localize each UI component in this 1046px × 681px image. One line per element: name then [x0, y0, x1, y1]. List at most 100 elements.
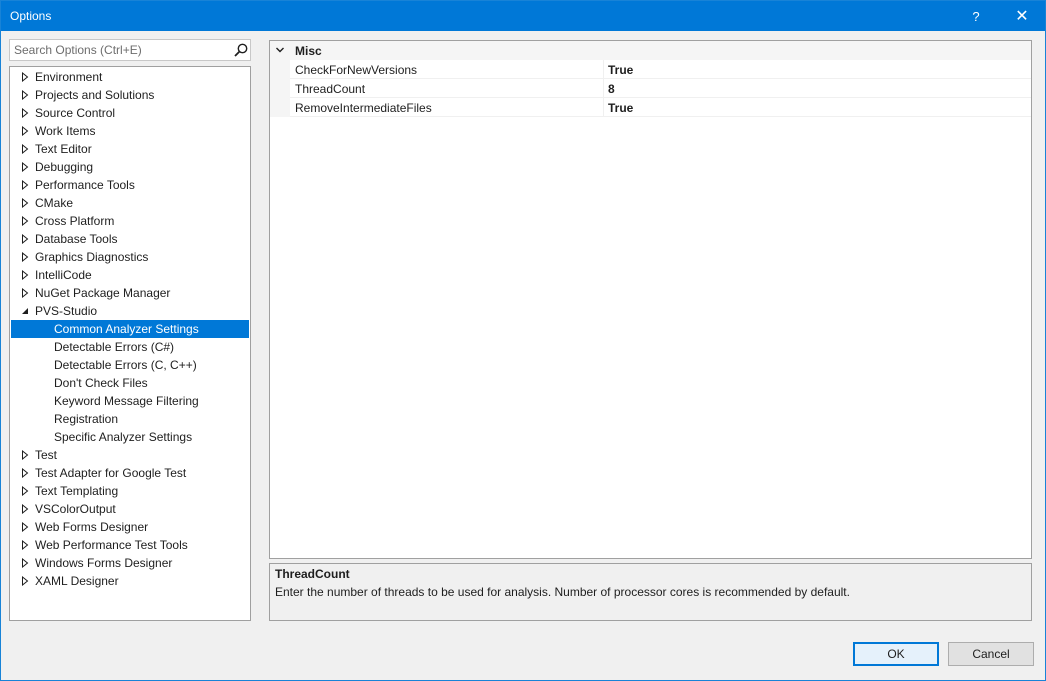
category-label: Misc: [295, 44, 322, 58]
column-divider[interactable]: [603, 98, 604, 117]
search-options-box[interactable]: [9, 39, 251, 61]
tree-item[interactable]: Web Performance Test Tools: [11, 536, 249, 554]
row-gutter: [270, 79, 290, 98]
tree-item-label: Environment: [35, 70, 103, 84]
expand-arrow-icon[interactable]: [19, 86, 31, 104]
tree-item-label: Windows Forms Designer: [35, 556, 173, 570]
ok-button[interactable]: OK: [853, 642, 939, 666]
row-gutter: [270, 98, 290, 117]
tree-item[interactable]: VSColorOutput: [11, 500, 249, 518]
property-name: ThreadCount: [295, 82, 366, 96]
tree-item-label: Graphics Diagnostics: [35, 250, 149, 264]
tree-item-label: IntelliCode: [35, 268, 92, 282]
tree-item[interactable]: Text Templating: [11, 482, 249, 500]
tree-item[interactable]: Graphics Diagnostics: [11, 248, 249, 266]
tree-item-label: Specific Analyzer Settings: [54, 430, 193, 444]
expand-arrow-icon[interactable]: [19, 500, 31, 518]
tree-item[interactable]: PVS-Studio: [11, 302, 249, 320]
tree-item[interactable]: Test: [11, 446, 249, 464]
tree-item[interactable]: Keyword Message Filtering: [11, 392, 249, 410]
expand-arrow-icon[interactable]: [19, 266, 31, 284]
chevron-down-icon[interactable]: [274, 44, 286, 56]
property-name: CheckForNewVersions: [295, 63, 418, 77]
collapse-arrow-icon[interactable]: [19, 302, 31, 320]
expand-arrow-icon[interactable]: [19, 536, 31, 554]
tree-item-label: Cross Platform: [35, 214, 115, 228]
tree-item[interactable]: Test Adapter for Google Test: [11, 464, 249, 482]
search-options-input[interactable]: [10, 40, 225, 60]
tree-item-label: Web Performance Test Tools: [35, 538, 188, 552]
tree-item[interactable]: Debugging: [11, 158, 249, 176]
expand-arrow-icon[interactable]: [19, 68, 31, 86]
tree-item-label: Test Adapter for Google Test: [35, 466, 187, 480]
tree-item-label: Source Control: [35, 106, 116, 120]
expand-arrow-icon[interactable]: [19, 140, 31, 158]
expand-arrow-icon[interactable]: [19, 284, 31, 302]
tree-item[interactable]: Windows Forms Designer: [11, 554, 249, 572]
expand-arrow-icon[interactable]: [19, 248, 31, 266]
tree-item[interactable]: Environment: [11, 68, 249, 86]
expand-arrow-icon[interactable]: [19, 158, 31, 176]
description-title: ThreadCount: [275, 567, 350, 581]
cancel-button[interactable]: Cancel: [948, 642, 1034, 666]
property-value[interactable]: 8: [608, 82, 615, 96]
tree-item[interactable]: Detectable Errors (C#): [11, 338, 249, 356]
expand-arrow-icon[interactable]: [19, 176, 31, 194]
expand-arrow-icon[interactable]: [19, 518, 31, 536]
expand-arrow-icon[interactable]: [19, 212, 31, 230]
tree-item-label: Text Templating: [35, 484, 119, 498]
tree-item-label: XAML Designer: [35, 574, 119, 588]
tree-item[interactable]: Database Tools: [11, 230, 249, 248]
description-panel: ThreadCount Enter the number of threads …: [269, 563, 1032, 621]
tree-item-label: Work Items: [35, 124, 96, 138]
tree-item[interactable]: NuGet Package Manager: [11, 284, 249, 302]
tree-item-label: Don't Check Files: [54, 376, 148, 390]
expand-arrow-icon[interactable]: [19, 230, 31, 248]
options-dialog: Options ? ✕ Environment Projects and Solu…: [0, 0, 1046, 681]
options-tree[interactable]: Environment Projects and Solutions Source …: [9, 66, 251, 621]
property-grid[interactable]: Misc CheckForNewVersions True ThreadCount 8…: [269, 40, 1032, 559]
tree-item[interactable]: Specific Analyzer Settings: [11, 428, 249, 446]
property-row[interactable]: RemoveIntermediateFiles True: [270, 98, 1031, 117]
tree-item[interactable]: CMake: [11, 194, 249, 212]
tree-item-label: Web Forms Designer: [35, 520, 149, 534]
tree-item[interactable]: Don't Check Files: [11, 374, 249, 392]
tree-item-label: Registration: [54, 412, 119, 426]
expand-arrow-icon[interactable]: [19, 194, 31, 212]
tree-item[interactable]: Registration: [11, 410, 249, 428]
expand-arrow-icon[interactable]: [19, 482, 31, 500]
tree-item[interactable]: XAML Designer: [11, 572, 249, 590]
title-bar[interactable]: Options ? ✕: [1, 1, 1045, 31]
category-row-misc[interactable]: Misc: [270, 41, 1031, 60]
expand-arrow-icon[interactable]: [19, 464, 31, 482]
tree-item[interactable]: IntelliCode: [11, 266, 249, 284]
tree-item[interactable]: Detectable Errors (C, C++): [11, 356, 249, 374]
property-value[interactable]: True: [608, 63, 633, 77]
property-value[interactable]: True: [608, 101, 633, 115]
tree-item[interactable]: Text Editor: [11, 140, 249, 158]
column-divider[interactable]: [603, 60, 604, 79]
tree-item-label: Test: [35, 448, 58, 462]
search-icon[interactable]: [233, 42, 249, 58]
expand-arrow-icon[interactable]: [19, 122, 31, 140]
column-divider[interactable]: [603, 79, 604, 98]
help-button[interactable]: ?: [953, 1, 999, 31]
row-gutter: [270, 60, 290, 79]
description-text: Enter the number of threads to be used f…: [275, 585, 850, 599]
tree-item[interactable]: Source Control: [11, 104, 249, 122]
property-name: RemoveIntermediateFiles: [295, 101, 432, 115]
tree-item[interactable]: Performance Tools: [11, 176, 249, 194]
expand-arrow-icon[interactable]: [19, 554, 31, 572]
tree-item[interactable]: Common Analyzer Settings: [11, 320, 249, 338]
property-row[interactable]: CheckForNewVersions True: [270, 60, 1031, 79]
expand-arrow-icon[interactable]: [19, 572, 31, 590]
tree-item[interactable]: Work Items: [11, 122, 249, 140]
tree-item[interactable]: Web Forms Designer: [11, 518, 249, 536]
close-button[interactable]: ✕: [999, 1, 1045, 31]
tree-item[interactable]: Projects and Solutions: [11, 86, 249, 104]
expand-arrow-icon[interactable]: [19, 104, 31, 122]
tree-item[interactable]: Cross Platform: [11, 212, 249, 230]
tree-item-label: PVS-Studio: [35, 304, 98, 318]
property-row[interactable]: ThreadCount 8: [270, 79, 1031, 98]
expand-arrow-icon[interactable]: [19, 446, 31, 464]
